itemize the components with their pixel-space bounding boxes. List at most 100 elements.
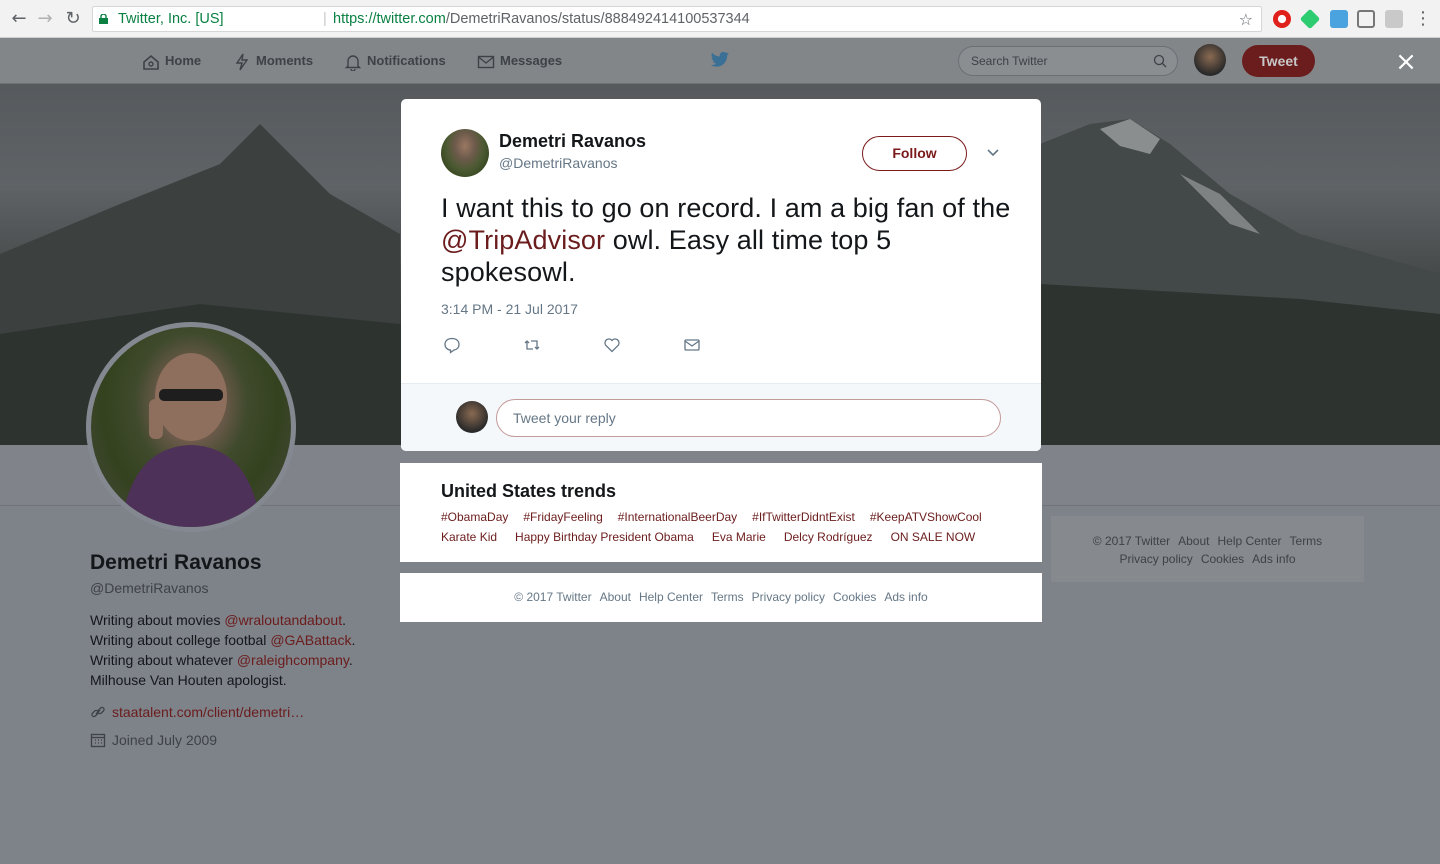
footer-link[interactable]: © 2017 Twitter <box>514 590 591 604</box>
profile-joined-text: Joined July 2009 <box>112 732 218 748</box>
footer-link[interactable]: Privacy policy <box>1119 552 1192 566</box>
bio-line: Writing about whatever @raleighcompany. <box>90 650 380 670</box>
bio-punct: . <box>351 632 356 648</box>
side-footer: © 2017 Twitter About Help Center Terms Priv… <box>1051 516 1364 582</box>
tweet-author-name[interactable]: Demetri Ravanos <box>499 131 646 152</box>
tweet-mention[interactable]: @TripAdvisor <box>441 225 605 255</box>
modal-footer: © 2017 Twitter About Help Center Terms Priva… <box>400 573 1042 622</box>
account-avatar[interactable] <box>1194 44 1226 76</box>
tweet-author-handle[interactable]: @DemetriRavanos <box>499 155 617 171</box>
tweet-timestamp[interactable]: 3:14 PM - 21 Jul 2017 <box>441 301 578 317</box>
bio-text: Milhouse Van Houten apologist. <box>90 672 287 688</box>
bio-line: Writing about college footbal @GABattack… <box>90 630 380 650</box>
secure-label: Twitter, Inc. [US] <box>118 11 224 27</box>
heart-icon[interactable] <box>603 336 621 354</box>
trend-item[interactable]: #KeepATVShowCool <box>870 510 982 524</box>
lightning-icon <box>235 53 249 70</box>
profile-handle[interactable]: @DemetriRavanos <box>90 580 208 596</box>
trend-item[interactable]: Eva Marie <box>712 530 766 544</box>
bio-text: Writing about movies <box>90 612 225 628</box>
trend-item[interactable]: #ObamaDay <box>441 510 508 524</box>
trend-item[interactable]: ON SALE NOW <box>891 530 976 544</box>
profile-photo <box>121 353 261 527</box>
bio-line: Milhouse Van Houten apologist. <box>90 670 380 690</box>
nav-messages-label: Messages <box>500 53 563 68</box>
forward-icon[interactable]: → <box>34 8 56 30</box>
envelope-icon <box>477 55 495 68</box>
profile-website[interactable]: staatalent.com/client/demetri… <box>90 704 304 720</box>
reply-avatar <box>456 401 488 433</box>
tweet-author-avatar[interactable] <box>441 129 489 177</box>
footer-link[interactable]: Help Center <box>1217 534 1281 548</box>
trends-row: #ObamaDay #FridayFeeling #InternationalBee… <box>441 510 997 524</box>
bio-mention[interactable]: @GABattack <box>270 632 351 648</box>
profile-name[interactable]: Demetri Ravanos <box>90 551 262 575</box>
bio-mention[interactable]: @wraloutandabout <box>224 612 342 628</box>
nav-notifications[interactable]: Notifications <box>344 38 446 84</box>
reload-icon[interactable]: ↻ <box>62 8 84 30</box>
search-icon[interactable] <box>1153 54 1167 68</box>
gray-extension-icon[interactable] <box>1385 10 1403 28</box>
side-footer-row: © 2017 Twitter About Help Center Terms <box>1051 532 1364 550</box>
footer-link[interactable]: Privacy policy <box>752 590 825 604</box>
bookmark-star-icon[interactable]: ☆ <box>1239 8 1253 32</box>
back-icon[interactable]: ← <box>8 8 30 30</box>
footer-link[interactable]: Terms <box>1290 534 1323 548</box>
trend-item[interactable]: Karate Kid <box>441 530 497 544</box>
bell-icon <box>344 54 362 71</box>
side-footer-row: Privacy policy Cookies Ads info <box>1051 550 1364 568</box>
tweet-text: I want this to go on record. I am a big … <box>441 192 1011 288</box>
profile-website-text[interactable]: staatalent.com/client/demetri… <box>112 704 304 720</box>
retweet-icon[interactable] <box>523 336 541 354</box>
menu-dots-icon[interactable]: ⋮ <box>1412 8 1434 30</box>
trend-item[interactable]: #IfTwitterDidntExist <box>752 510 855 524</box>
nav-notifications-label: Notifications <box>367 53 446 68</box>
green-extension-icon[interactable] <box>1299 8 1321 30</box>
footer-link[interactable]: About <box>1178 534 1209 548</box>
footer-link[interactable]: Cookies <box>1201 552 1244 566</box>
nav-messages[interactable]: Messages <box>477 38 562 84</box>
bio-mention[interactable]: @raleighcompany <box>237 652 349 668</box>
opera-extension-icon[interactable] <box>1273 10 1291 28</box>
bio-punct: . <box>342 612 346 628</box>
trends-title: United States trends <box>441 481 617 501</box>
chevron-down-icon[interactable] <box>985 145 1001 161</box>
nav-moments[interactable]: Moments <box>233 38 313 84</box>
footer-link[interactable]: Terms <box>711 590 744 604</box>
calendar-icon <box>90 733 106 748</box>
reply-composer: Tweet your reply <box>401 383 1041 451</box>
trends-row: Karate Kid Happy Birthday President Obama… <box>441 530 990 544</box>
nav-home[interactable]: Home <box>142 38 201 84</box>
direct-message-icon[interactable] <box>683 336 701 354</box>
footer-link[interactable]: Cookies <box>833 590 876 604</box>
trend-item[interactable]: Happy Birthday President Obama <box>515 530 694 544</box>
profile-joined: Joined July 2009 <box>90 732 217 748</box>
footer-link[interactable]: Ads info <box>884 590 927 604</box>
trend-item[interactable]: #InternationalBeerDay <box>618 510 737 524</box>
trend-item[interactable]: #FridayFeeling <box>523 510 602 524</box>
reply-icon[interactable] <box>443 336 461 354</box>
footer-link[interactable]: Help Center <box>639 590 703 604</box>
url-text: https://twitter.com/DemetriRavanos/statu… <box>333 7 750 31</box>
bio-punct: . <box>348 652 353 668</box>
url-prefix: https://twitter.com <box>333 11 446 27</box>
search-placeholder: Search Twitter <box>971 54 1048 68</box>
compose-tweet-button[interactable]: Tweet <box>1242 45 1315 77</box>
address-bar[interactable]: Twitter, Inc. [US] | https://twitter.com… <box>92 6 1262 32</box>
close-icon[interactable]: × <box>1394 49 1418 75</box>
search-input[interactable]: Search Twitter <box>958 46 1178 76</box>
url-separator: | <box>323 11 327 27</box>
twitter-bird-icon[interactable] <box>710 51 730 69</box>
cast-icon[interactable] <box>1357 10 1375 28</box>
blue-extension-icon[interactable] <box>1330 10 1348 28</box>
footer-link[interactable]: © 2017 Twitter <box>1093 534 1170 548</box>
trends-module: United States trends #ObamaDay #FridayFee… <box>400 463 1042 562</box>
footer-link[interactable]: Ads info <box>1252 552 1295 566</box>
reply-input[interactable]: Tweet your reply <box>496 399 1001 437</box>
trend-item[interactable]: Delcy Rodríguez <box>784 530 873 544</box>
footer-link[interactable]: About <box>600 590 631 604</box>
nav-home-label: Home <box>165 53 202 68</box>
profile-avatar[interactable] <box>86 322 296 532</box>
bio-text: Writing about college footbal <box>90 632 271 648</box>
follow-button[interactable]: Follow <box>862 136 967 171</box>
